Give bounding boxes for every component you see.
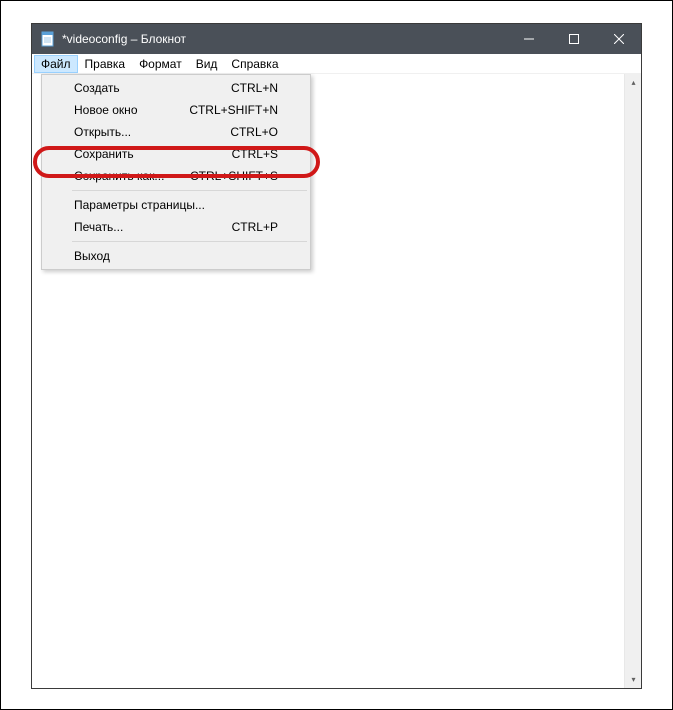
minimize-button[interactable] bbox=[506, 24, 551, 54]
menu-separator bbox=[72, 241, 307, 242]
menu-file[interactable]: Файл bbox=[34, 55, 78, 73]
menu-item-shortcut: CTRL+N bbox=[231, 81, 278, 95]
maximize-button[interactable] bbox=[551, 24, 596, 54]
titlebar[interactable]: *videoconfig – Блокнот bbox=[32, 24, 641, 54]
menu-item-shortcut: CTRL+O bbox=[230, 125, 278, 139]
menu-item-label: Сохранить как... bbox=[74, 169, 164, 183]
menu-item-label: Открыть... bbox=[74, 125, 131, 139]
vertical-scrollbar[interactable]: ▴ ▾ bbox=[624, 74, 641, 688]
scroll-down-icon[interactable]: ▾ bbox=[625, 671, 642, 688]
file-menu-dropdown: Создать CTRL+N Новое окно CTRL+SHIFT+N О… bbox=[41, 74, 311, 270]
menu-separator bbox=[72, 190, 307, 191]
menu-item-open[interactable]: Открыть... CTRL+O bbox=[44, 121, 308, 143]
menu-edit[interactable]: Правка bbox=[78, 55, 133, 73]
close-button[interactable] bbox=[596, 24, 641, 54]
menu-item-save[interactable]: Сохранить CTRL+S bbox=[44, 143, 308, 165]
menu-item-exit[interactable]: Выход bbox=[44, 245, 308, 267]
menu-item-label: Новое окно bbox=[74, 103, 138, 117]
scroll-up-icon[interactable]: ▴ bbox=[625, 74, 642, 91]
menu-item-page-setup[interactable]: Параметры страницы... bbox=[44, 194, 308, 216]
menu-item-label: Выход bbox=[74, 249, 110, 263]
notepad-window: *videoconfig – Блокнот Файл Правка Форма… bbox=[31, 23, 642, 689]
menu-item-label: Печать... bbox=[74, 220, 123, 234]
menu-item-print[interactable]: Печать... CTRL+P bbox=[44, 216, 308, 238]
menu-item-shortcut: CTRL+S bbox=[232, 147, 278, 161]
notepad-icon bbox=[40, 31, 56, 47]
menu-item-new-window[interactable]: Новое окно CTRL+SHIFT+N bbox=[44, 99, 308, 121]
menu-item-shortcut: CTRL+SHIFT+N bbox=[189, 103, 278, 117]
menu-format[interactable]: Формат bbox=[132, 55, 189, 73]
window-title: *videoconfig – Блокнот bbox=[62, 32, 506, 46]
menu-help[interactable]: Справка bbox=[224, 55, 285, 73]
window-controls bbox=[506, 24, 641, 54]
menu-item-save-as[interactable]: Сохранить как... CTRL+SHIFT+S bbox=[44, 165, 308, 187]
menu-item-new[interactable]: Создать CTRL+N bbox=[44, 77, 308, 99]
menu-item-label: Сохранить bbox=[74, 147, 134, 161]
menu-item-shortcut: CTRL+SHIFT+S bbox=[190, 169, 278, 183]
menu-item-shortcut: CTRL+P bbox=[232, 220, 278, 234]
menu-item-label: Создать bbox=[74, 81, 120, 95]
menu-item-label: Параметры страницы... bbox=[74, 198, 205, 212]
menubar: Файл Правка Формат Вид Справка bbox=[32, 54, 641, 74]
menu-view[interactable]: Вид bbox=[189, 55, 225, 73]
